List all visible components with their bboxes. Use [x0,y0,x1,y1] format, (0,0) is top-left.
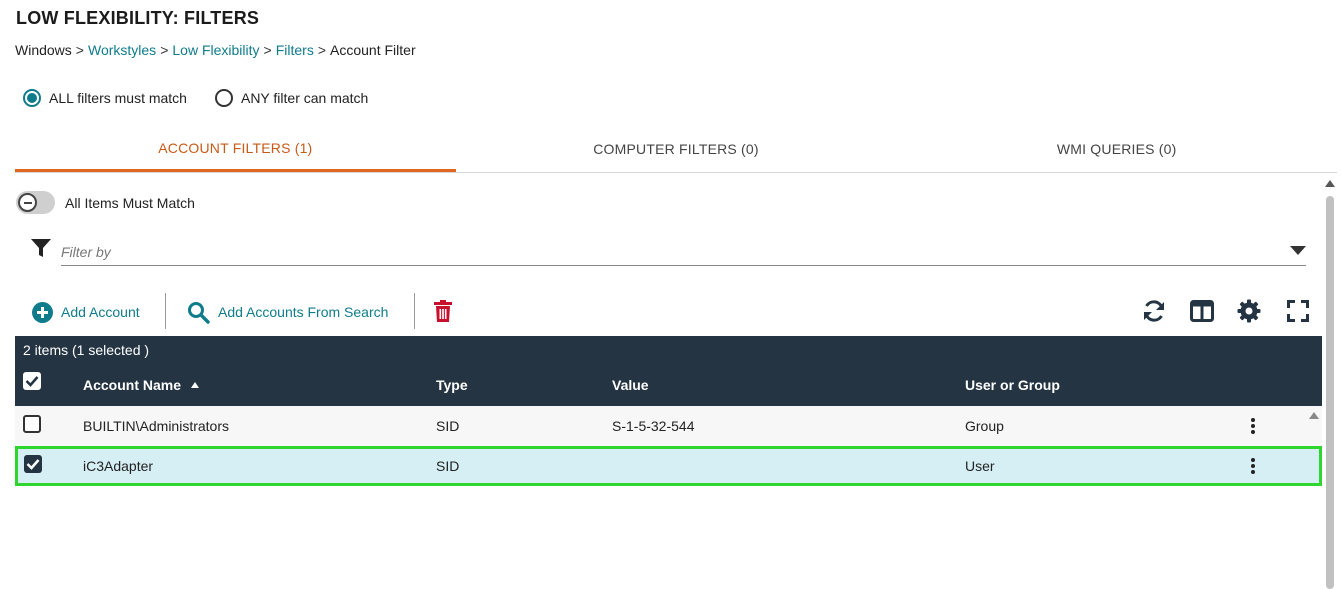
settings-button[interactable] [1235,297,1263,325]
cell-type: SID [436,418,460,434]
search-icon [188,301,210,324]
fullscreen-button[interactable] [1284,297,1312,325]
row-checkbox[interactable] [24,455,42,473]
checkmark-icon [25,376,39,387]
select-all-checkbox[interactable] [23,372,41,390]
add-account-label: Add Account [61,304,140,320]
radio-label: ANY filter can match [240,90,369,106]
radio-all-filters-must-match[interactable]: ALL filters must match [23,89,187,107]
table-row[interactable]: BUILTIN\Administrators SID S-1-5-32-544 … [15,406,1322,446]
page-title: LOW FLEXIBILITY: FILTERS [16,8,260,28]
row-actions-kebab-icon[interactable] [1251,418,1255,436]
filter-bar: Filter by [30,236,1306,267]
breadcrumb-low-flexibility-link[interactable]: Low Flexibility [172,42,259,58]
cell-user-or-group: User [965,458,995,474]
radio-label: ALL filters must match [49,90,187,106]
delete-button[interactable] [429,297,457,325]
column-header-account-name[interactable]: Account Name [83,377,200,393]
filter-input[interactable]: Filter by [61,236,1306,266]
tab-computer-filters[interactable]: COMPUTER FILTERS (0) [456,126,897,172]
toolbar-divider [165,293,166,329]
page-scrollbar[interactable] [1324,178,1336,589]
toggle-label: All Items Must Match [65,194,195,211]
gear-icon [1237,299,1261,323]
cell-account-name: BUILTIN\Administrators [83,418,229,434]
column-label: Account Name [83,377,182,393]
sort-ascending-icon [191,382,200,388]
breadcrumb-filters-link[interactable]: Filters [276,42,314,58]
accounts-grid: 2 items (1 selected ) Account Name Type … [15,336,1322,486]
cell-type: SID [436,458,460,474]
cell-account-name: iC3Adapter [83,458,154,474]
columns-icon [1190,300,1214,322]
radio-any-filter-can-match[interactable]: ANY filter can match [214,89,369,107]
breadcrumb-separator: > [75,42,84,58]
checkmark-icon [26,459,40,470]
toolbar-divider [414,293,415,329]
breadcrumb-separator: > [317,42,327,58]
breadcrumb-current: Account Filter [330,42,416,58]
filter-funnel-icon [31,239,51,257]
column-header-value[interactable]: Value [612,377,649,393]
column-header-user-or-group[interactable]: User or Group [965,377,1060,393]
breadcrumb-separator: > [263,42,272,58]
match-mode-radio-group: ALL filters must match ANY filter can ma… [23,89,396,107]
radio-checked-icon[interactable] [23,89,41,107]
plus-circle-icon [32,301,53,323]
item-count: 2 items (1 selected ) [23,342,150,358]
grid-header: 2 items (1 selected ) Account Name Type … [15,336,1322,406]
all-items-must-match-row: All Items Must Match [16,191,195,214]
grid-toolbar: Add Account Add Accounts From Search [15,293,1315,331]
trash-icon [434,300,452,322]
grid-scroll-up-arrow-icon[interactable] [1309,412,1319,419]
tab-account-filters[interactable]: ACCOUNT FILTERS (1) [15,126,456,172]
tab-wmi-queries[interactable]: WMI QUERIES (0) [896,126,1337,172]
add-account-button[interactable]: Add Account [32,293,140,331]
chevron-down-icon[interactable] [1290,246,1306,255]
row-actions-kebab-icon[interactable] [1251,458,1255,476]
cell-value: S-1-5-32-544 [612,418,695,434]
radio-unchecked-icon[interactable] [214,89,233,107]
row-checkbox[interactable] [23,415,41,433]
breadcrumb-separator: > [160,42,169,58]
columns-button[interactable] [1188,297,1216,325]
breadcrumb-workstyles-link[interactable]: Workstyles [88,42,156,58]
add-accounts-from-search-label: Add Accounts From Search [218,304,389,320]
refresh-icon [1144,300,1164,322]
fullscreen-icon [1287,300,1309,322]
all-items-must-match-toggle[interactable] [16,191,55,214]
cell-user-or-group: Group [965,418,1004,434]
breadcrumb: Windows > Workstyles > Low Flexibility > Filte… [15,42,416,58]
filter-tabs: ACCOUNT FILTERS (1) COMPUTER FILTERS (0)… [15,126,1337,173]
refresh-button[interactable] [1140,297,1168,325]
column-header-type[interactable]: Type [436,377,468,393]
scrollbar-thumb[interactable] [1326,196,1334,589]
minus-circle-icon [18,193,37,212]
scroll-up-arrow-icon[interactable] [1325,180,1335,187]
add-accounts-from-search-button[interactable]: Add Accounts From Search [187,293,388,331]
breadcrumb-windows: Windows [15,42,72,58]
table-row-selected[interactable]: iC3Adapter SID User [15,446,1322,486]
